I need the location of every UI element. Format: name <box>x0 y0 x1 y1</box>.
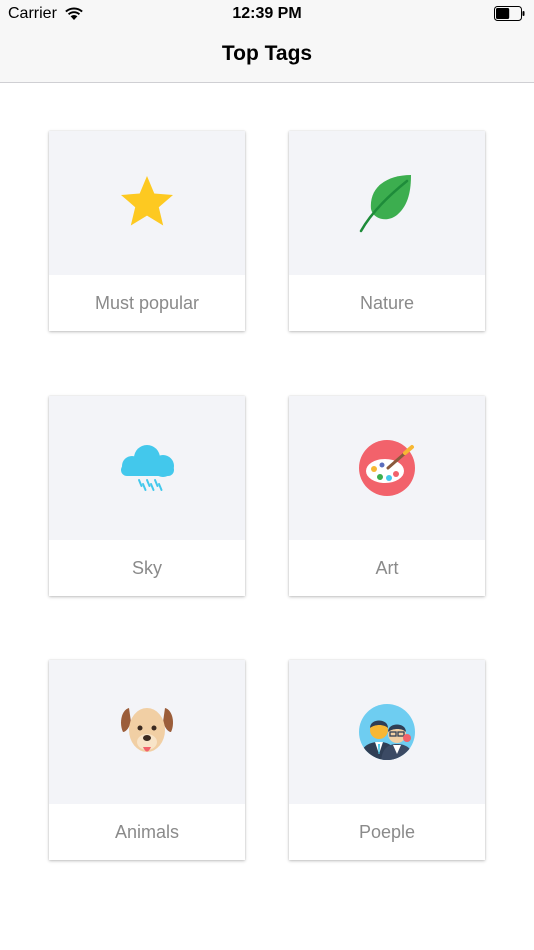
dog-face-icon <box>117 702 177 762</box>
tag-tile-animals[interactable]: Animals <box>49 660 245 860</box>
tag-label: Animals <box>114 822 180 842</box>
tile-image-area <box>49 660 245 804</box>
battery-icon <box>494 6 525 21</box>
leaf-icon <box>357 173 417 233</box>
page-title: Top Tags <box>221 42 313 65</box>
tag-tile-nature[interactable]: Nature <box>289 131 485 331</box>
tag-label: Poeple <box>358 822 416 842</box>
tag-tile-people[interactable]: Poeple <box>289 660 485 860</box>
tag-tile-sky[interactable]: Sky <box>49 396 245 596</box>
tile-image-area <box>49 131 245 275</box>
status-bar: Carrier 12:39 PM <box>0 0 534 28</box>
status-time: 12:39 PM <box>232 5 302 22</box>
tag-label: Nature <box>359 293 415 313</box>
tile-image-area <box>289 660 485 804</box>
tag-label: Art <box>375 558 399 578</box>
tile-image-area <box>289 396 485 540</box>
paint-palette-icon <box>357 438 417 498</box>
tile-image-area <box>49 396 245 540</box>
people-icon <box>357 702 417 762</box>
star-icon <box>117 173 177 233</box>
tag-label: Must popular <box>94 293 200 313</box>
rain-cloud-icon <box>117 438 177 498</box>
tag-label: Sky <box>131 558 162 578</box>
tag-tile-art[interactable]: Art <box>289 396 485 596</box>
navigation-bar: Top Tags <box>0 28 534 83</box>
tag-tile-must-popular[interactable]: Must popular <box>49 131 245 331</box>
tile-image-area <box>289 131 485 275</box>
